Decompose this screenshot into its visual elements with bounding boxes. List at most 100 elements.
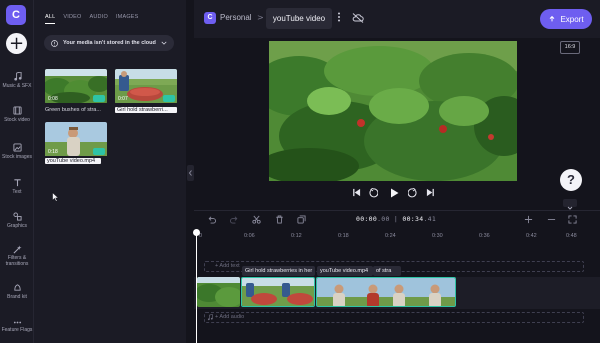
timeline-clip-youtube-video[interactable] — [316, 277, 456, 307]
media-item[interactable]: 0:18 — [45, 122, 107, 157]
image-icon — [12, 143, 22, 152]
fit-to-screen-icon[interactable] — [568, 215, 577, 224]
tab-all[interactable]: ALL — [45, 14, 56, 24]
help-button[interactable]: ? — [560, 169, 582, 191]
export-label: Export — [560, 14, 584, 24]
rail-item-label: Graphics — [6, 223, 27, 229]
more-dots-icon — [13, 321, 21, 324]
in-use-badge — [93, 148, 105, 155]
timeline-clip-girl-strawberries[interactable] — [241, 277, 315, 307]
add-media-button[interactable]: + — [6, 33, 27, 54]
warning-icon — [51, 39, 58, 47]
rail-item-graphics[interactable]: Graphics — [0, 212, 34, 229]
rail-item-brand-kit[interactable]: Brand kit — [0, 283, 34, 300]
add-audio-row[interactable]: + Add audio — [204, 312, 584, 323]
play-icon[interactable] — [389, 188, 399, 198]
shapes-icon — [12, 212, 22, 221]
add-audio-label: + Add audio — [215, 314, 245, 320]
mouse-cursor-icon — [52, 192, 59, 202]
magic-wand-icon — [13, 245, 22, 254]
in-use-badge — [93, 95, 105, 102]
workspace-name[interactable]: Personal — [220, 13, 252, 22]
timeline: 00:00.00 | 00:34.41 0 0:06 0:12 0:18 0:2… — [193, 210, 600, 343]
tab-audio[interactable]: AUDIO — [90, 14, 108, 24]
media-item[interactable]: 0:08 — [45, 69, 107, 104]
timeline-toolbar: 00:00.00 | 00:34.41 — [194, 211, 600, 229]
media-item-label: Girl hold strawberri... — [115, 107, 177, 113]
tick-label: 0:18 — [338, 233, 349, 239]
forward-5s-icon[interactable] — [408, 188, 418, 198]
rewind-5s-icon[interactable] — [368, 188, 378, 198]
brand-kit-icon — [13, 284, 21, 291]
timecode-total-frac: .41 — [423, 215, 437, 223]
expand-timeline-button[interactable] — [563, 199, 577, 210]
clip-thumbnail — [242, 278, 314, 306]
playhead-handle[interactable] — [193, 229, 200, 236]
rail-item-label: Filters & transitions — [5, 255, 29, 267]
rail-item-label: Feature Flags — [1, 327, 33, 333]
panel-collapse-handle[interactable] — [187, 165, 194, 181]
aspect-ratio-button[interactable]: 16:9 — [560, 41, 580, 54]
upload-icon — [550, 15, 555, 22]
media-item[interactable]: 0:07 — [115, 69, 177, 104]
clip-tooltip: of stra — [373, 266, 401, 276]
tick-label: 0:12 — [291, 233, 302, 239]
zoom-out-icon[interactable] — [547, 215, 556, 224]
playhead[interactable] — [196, 230, 197, 343]
media-item-label: youTube video.mp4 — [45, 158, 101, 164]
chevron-left-icon — [188, 170, 192, 176]
add-text-label: + Add text — [215, 263, 240, 269]
export-button[interactable]: Export — [540, 9, 592, 29]
timecode: 00:00.00 | 00:34.41 — [356, 215, 436, 223]
timeline-clip-bushes[interactable] — [197, 277, 240, 307]
tab-images[interactable]: IMAGES — [116, 14, 139, 24]
left-rail: C + Music & SFX Stock video Stock images… — [0, 0, 34, 343]
rail-item-text[interactable]: Text — [0, 178, 34, 195]
timeline-ruler[interactable]: 0 0:06 0:12 0:18 0:24 0:30 0:36 0:42 0:4… — [194, 231, 600, 241]
rail-item-stock-images[interactable]: Stock images — [0, 143, 34, 160]
undo-icon[interactable] — [207, 215, 216, 224]
zoom-in-icon[interactable] — [524, 215, 533, 224]
rail-item-label: Music & SFX — [2, 83, 32, 89]
timecode-current-frac: .00 — [377, 215, 390, 223]
timecode-total: 00:34 — [402, 215, 424, 223]
tick-label: 0:06 — [244, 233, 255, 239]
music-note-icon — [13, 72, 22, 81]
cloud-off-icon[interactable] — [352, 13, 364, 23]
clip-tooltip: Girl hold strawberries in her — [242, 266, 315, 276]
media-tabs: ALL VIDEO AUDIO IMAGES — [45, 14, 139, 24]
rail-item-label: Stock video — [4, 117, 30, 123]
workspace-icon[interactable]: C — [204, 12, 216, 24]
more-options-icon[interactable] — [337, 12, 341, 22]
clip-thumbnail — [317, 278, 455, 306]
rail-item-label: Text — [12, 189, 22, 195]
rail-item-music[interactable]: Music & SFX — [0, 72, 34, 89]
tick-label: 0:42 — [526, 233, 537, 239]
cloud-notice[interactable]: Your media isn't stored in the cloud — [44, 35, 174, 51]
film-icon — [12, 106, 22, 115]
skip-back-icon[interactable] — [352, 188, 361, 197]
text-icon — [13, 179, 21, 187]
clip-tooltip: youTube video.mp4 — [317, 266, 373, 276]
tab-video[interactable]: VIDEO — [63, 14, 81, 24]
video-preview[interactable] — [269, 41, 517, 181]
duplicate-icon[interactable] — [297, 215, 306, 224]
chevron-down-icon — [161, 41, 167, 45]
video-frame-image — [269, 41, 517, 181]
rail-item-feature-flags[interactable]: Feature Flags — [0, 320, 34, 333]
rail-item-stock-video[interactable]: Stock video — [0, 106, 34, 123]
skip-forward-icon[interactable] — [426, 188, 435, 197]
preview-stage: 16:9 ? — [194, 38, 600, 210]
trash-icon[interactable] — [275, 215, 284, 224]
media-item-label: Green bushes of stra... — [45, 107, 101, 113]
project-title[interactable]: youTube video — [266, 8, 332, 29]
rail-item-filters[interactable]: Filters & transitions — [0, 245, 34, 267]
tick-label: 0:30 — [432, 233, 443, 239]
scissors-icon[interactable] — [252, 215, 261, 224]
media-duration: 0:18 — [48, 149, 58, 155]
media-duration: 0:08 — [48, 96, 58, 102]
timecode-current: 00:00 — [356, 215, 378, 223]
redo-icon[interactable] — [230, 215, 239, 224]
app-logo[interactable]: C — [6, 5, 26, 25]
timecode-separator: | — [389, 215, 403, 223]
